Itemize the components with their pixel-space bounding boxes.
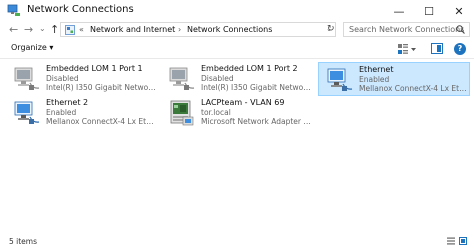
control-panel-icon	[65, 25, 75, 35]
up-arrow-icon[interactable]: ↑	[50, 23, 59, 36]
connection-name: Ethernet 2	[46, 98, 89, 107]
network-adapter-icon	[327, 68, 353, 91]
close-button[interactable]: ✕	[444, 0, 474, 22]
navigation-bar: ← → ⌄ ↑ « Network and Internet › Network…	[0, 22, 474, 38]
connection-item-lacpteam-vlan-69[interactable]: LACPteam - VLAN 69 tor.local Microsoft N…	[161, 96, 313, 130]
search-icon[interactable]	[456, 25, 465, 34]
large-icons-view-icon[interactable]	[459, 237, 467, 245]
connection-item-embedded-lom-1-port-1[interactable]: Embedded LOM 1 Port 1 Disabled Intel(R) …	[6, 62, 158, 96]
title-bar: Network Connections — ☐ ✕	[0, 0, 474, 22]
network-connections-app-icon	[7, 4, 20, 16]
network-adapter-icon	[14, 67, 40, 90]
window-title: Network Connections	[27, 4, 134, 15]
search-box[interactable]: Search Network Connections	[343, 22, 470, 37]
help-icon[interactable]: ?	[454, 43, 466, 55]
connection-device: Mellanox ConnectX-4 Lx Etherne...	[359, 84, 469, 93]
organize-menu-button[interactable]: Organize ▾	[11, 43, 53, 52]
connections-list: Embedded LOM 1 Port 1 Disabled Intel(R) …	[0, 59, 474, 231]
connection-item-ethernet[interactable]: Ethernet Enabled Mellanox ConnectX-4 Lx …	[318, 62, 470, 96]
connection-device: Microsoft Network Adapter Multi...	[201, 117, 311, 126]
connection-item-ethernet-2[interactable]: Ethernet 2 Enabled Mellanox ConnectX-4 L…	[6, 96, 158, 130]
connection-name: Embedded LOM 1 Port 1	[46, 64, 143, 73]
address-bar[interactable]: « Network and Internet › Network Connect…	[60, 22, 336, 37]
breadcrumb-network-connections[interactable]: Network Connections	[187, 25, 272, 34]
connection-status: Disabled	[201, 74, 234, 83]
status-bar: 5 items	[0, 233, 474, 249]
details-view-icon[interactable]	[447, 237, 455, 245]
change-view-icon[interactable]	[397, 43, 417, 55]
breadcrumb-overflow[interactable]: «	[79, 25, 84, 34]
connection-name: LACPteam - VLAN 69	[201, 98, 285, 107]
connection-item-embedded-lom-1-port-2[interactable]: Embedded LOM 1 Port 2 Disabled Intel(R) …	[161, 62, 313, 96]
breadcrumb-network-and-internet[interactable]: Network and Internet	[90, 25, 175, 34]
connection-name: Embedded LOM 1 Port 2	[201, 64, 298, 73]
connection-name: Ethernet	[359, 65, 394, 74]
recent-locations-chevron-icon[interactable]: ⌄	[39, 24, 46, 33]
connection-device: Intel(R) I350 Gigabit Network Conn...	[46, 83, 156, 92]
connection-device: Intel(R) I350 Gigabit Network Conn...	[201, 83, 311, 92]
team-adapter-icon	[170, 100, 194, 126]
preview-pane-fill	[437, 45, 441, 52]
minimize-button[interactable]: —	[384, 0, 414, 22]
back-arrow-icon[interactable]: ←	[9, 23, 18, 36]
preview-pane-icon[interactable]	[431, 43, 443, 54]
organize-label: Organize	[11, 43, 47, 52]
command-toolbar: Organize ▾ ?	[0, 40, 474, 59]
connection-status: Disabled	[46, 74, 79, 83]
refresh-icon[interactable]: ↻	[327, 24, 335, 34]
maximize-button[interactable]: ☐	[414, 0, 444, 22]
search-input[interactable]: Search Network Connections	[349, 25, 464, 34]
breadcrumb-separator[interactable]: ›	[178, 25, 181, 34]
network-adapter-icon	[14, 101, 40, 124]
network-adapter-icon	[169, 67, 195, 90]
organize-caret-icon: ▾	[49, 43, 54, 52]
connection-device: Mellanox ConnectX-4 Lx Ethernet ...	[46, 117, 156, 126]
connection-status: Enabled	[359, 75, 390, 84]
forward-arrow-icon[interactable]: →	[24, 23, 33, 36]
item-count: 5 items	[9, 237, 38, 246]
connection-status: tor.local	[201, 108, 231, 117]
connection-status: Enabled	[46, 108, 77, 117]
